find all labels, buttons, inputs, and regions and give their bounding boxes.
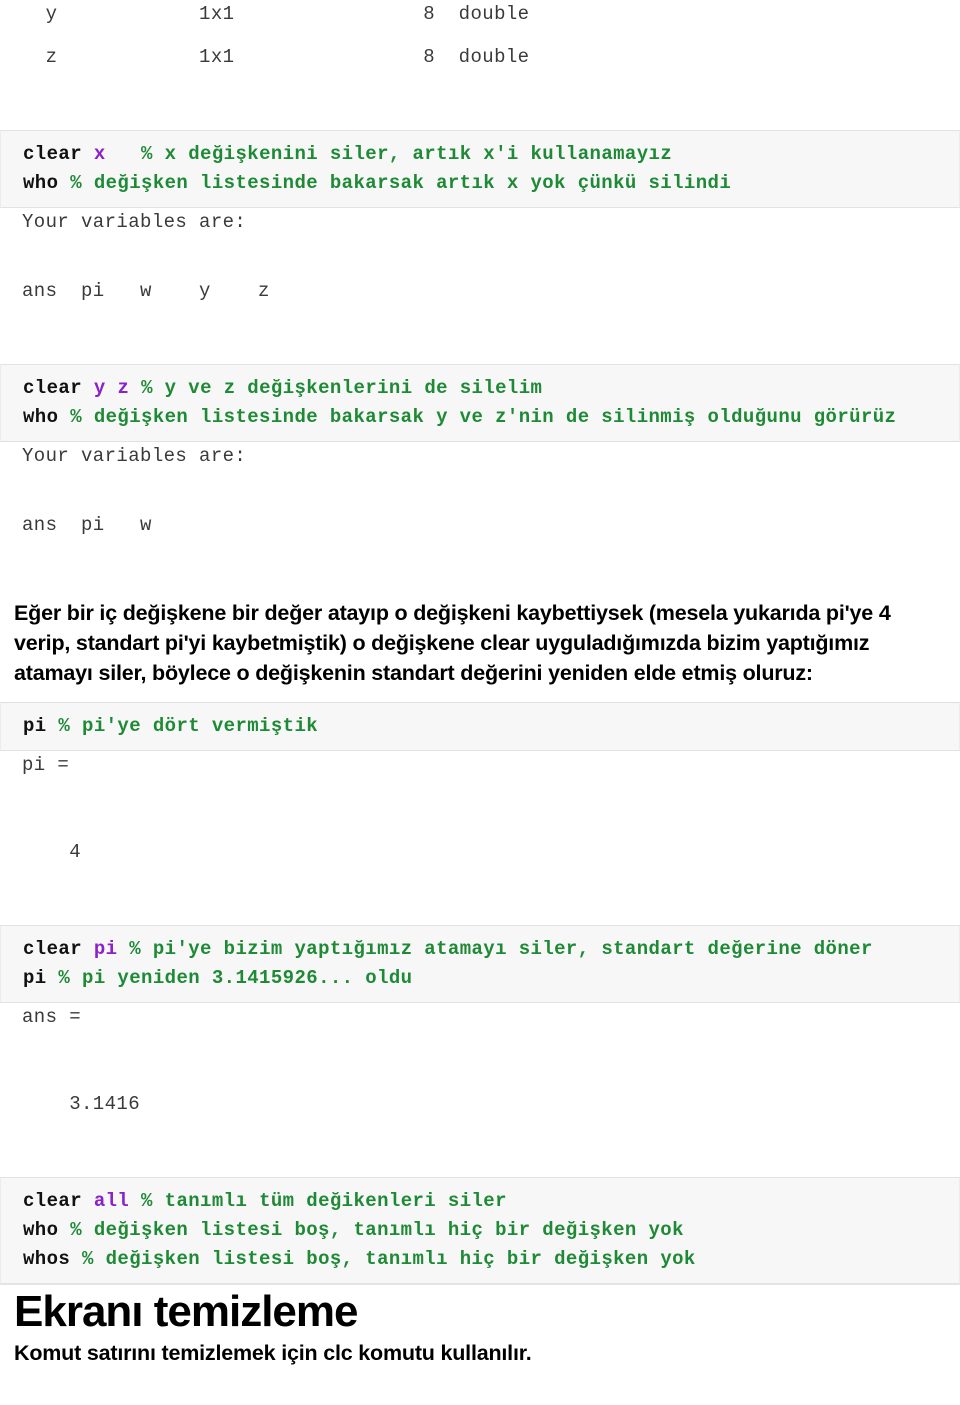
output-variables-2: ans pi w	[22, 514, 152, 536]
whos-output: y 1x1 8 double z 1x1 8 double	[0, 0, 960, 72]
code-block-clear-x[interactable]: clear x % x değişkenini siler, artık x'i…	[0, 130, 960, 208]
code-comment: % değişken listesinde bakarsak y ve z'ni…	[70, 406, 897, 428]
output-variables-1: ans pi w y z	[22, 280, 270, 302]
section-heading-group: Ekranı temizleme Komut satırını temizlem…	[0, 1284, 960, 1367]
code-keyword: clear	[23, 1190, 83, 1212]
code-block-clear-pi[interactable]: clear pi % pi'ye bizim yaptığımız atamay…	[0, 925, 960, 1003]
code-comment: % pi yeniden 3.1415926... oldu	[58, 967, 413, 989]
code-variable: all	[93, 1190, 130, 1212]
output-value-ans: 3.1416	[22, 1093, 141, 1115]
explanation-paragraph: Eğer bir iç değişkene bir değer atayıp o…	[14, 601, 891, 685]
code-variable: z	[117, 377, 130, 399]
code-line: who % değişken listesinde bakarsak artık…	[23, 169, 959, 198]
whos-row-y: y 1x1 8 double	[22, 3, 530, 25]
code-comment: % değişken listesi boş, tanımlı hiç bir …	[82, 1248, 696, 1270]
code-line: who % değişken listesi boş, tanımlı hiç …	[23, 1216, 959, 1245]
section-subparagraph: Komut satırını temizlemek için clc komut…	[14, 1341, 532, 1365]
code-block-pi[interactable]: pi % pi'ye dört vermiştik	[0, 702, 960, 751]
code-block-clear-all[interactable]: clear all % tanımlı tüm değikenleri sile…	[0, 1177, 960, 1284]
code-keyword: whos	[23, 1248, 71, 1270]
code-comment: % değişken listesinde bakarsak artık x y…	[70, 172, 732, 194]
code-variable: y	[93, 377, 106, 399]
code-line: clear y z % y ve z değişkenlerini de sil…	[23, 374, 959, 403]
whos-row-z: z 1x1 8 double	[22, 46, 530, 68]
code-variable: pi	[93, 938, 118, 960]
code-keyword: clear	[23, 938, 83, 960]
output-label-pi: pi =	[22, 754, 70, 776]
code-comment: % tanımlı tüm değikenleri siler	[141, 1190, 507, 1212]
document-page: y 1x1 8 double z 1x1 8 double clear x % …	[0, 0, 960, 1405]
code-line: clear pi % pi'ye bizim yaptığımız atamay…	[23, 935, 959, 964]
code-line: pi % pi yeniden 3.1415926... oldu	[23, 964, 959, 993]
code-keyword: pi	[23, 967, 47, 989]
code-line: whos % değişken listesi boş, tanımlı hiç…	[23, 1245, 959, 1274]
code-line: clear x % x değişkenini siler, artık x'i…	[23, 140, 959, 169]
code-comment: % pi'ye bizim yaptığımız atamayı siler, …	[129, 938, 873, 960]
code-block-clear-y-z[interactable]: clear y z % y ve z değişkenlerini de sil…	[0, 364, 960, 442]
page-title: Ekranı temizleme	[14, 1287, 359, 1336]
code-keyword: pi	[23, 715, 47, 737]
code-variable: x	[93, 143, 106, 165]
code-line: who % değişken listesinde bakarsak y ve …	[23, 403, 959, 432]
output-header-2: Your variables are:	[22, 445, 247, 467]
output-label-ans: ans =	[22, 1006, 82, 1028]
code-comment: % y ve z değişkenlerini de silelim	[141, 377, 543, 399]
code-keyword: clear	[23, 143, 83, 165]
code-line: clear all % tanımlı tüm değikenleri sile…	[23, 1187, 959, 1216]
output-value-pi: 4	[22, 841, 82, 863]
code-line: pi % pi'ye dört vermiştik	[23, 712, 959, 741]
code-keyword: who	[23, 172, 59, 194]
code-comment: % değişken listesi boş, tanımlı hiç bir …	[70, 1219, 684, 1241]
code-comment: % pi'ye dört vermiştik	[58, 715, 319, 737]
code-comment: % x değişkenini siler, artık x'i kullana…	[141, 143, 673, 165]
code-keyword: who	[23, 406, 59, 428]
code-keyword: who	[23, 1219, 59, 1241]
code-keyword: clear	[23, 377, 83, 399]
output-header-1: Your variables are:	[22, 211, 247, 233]
